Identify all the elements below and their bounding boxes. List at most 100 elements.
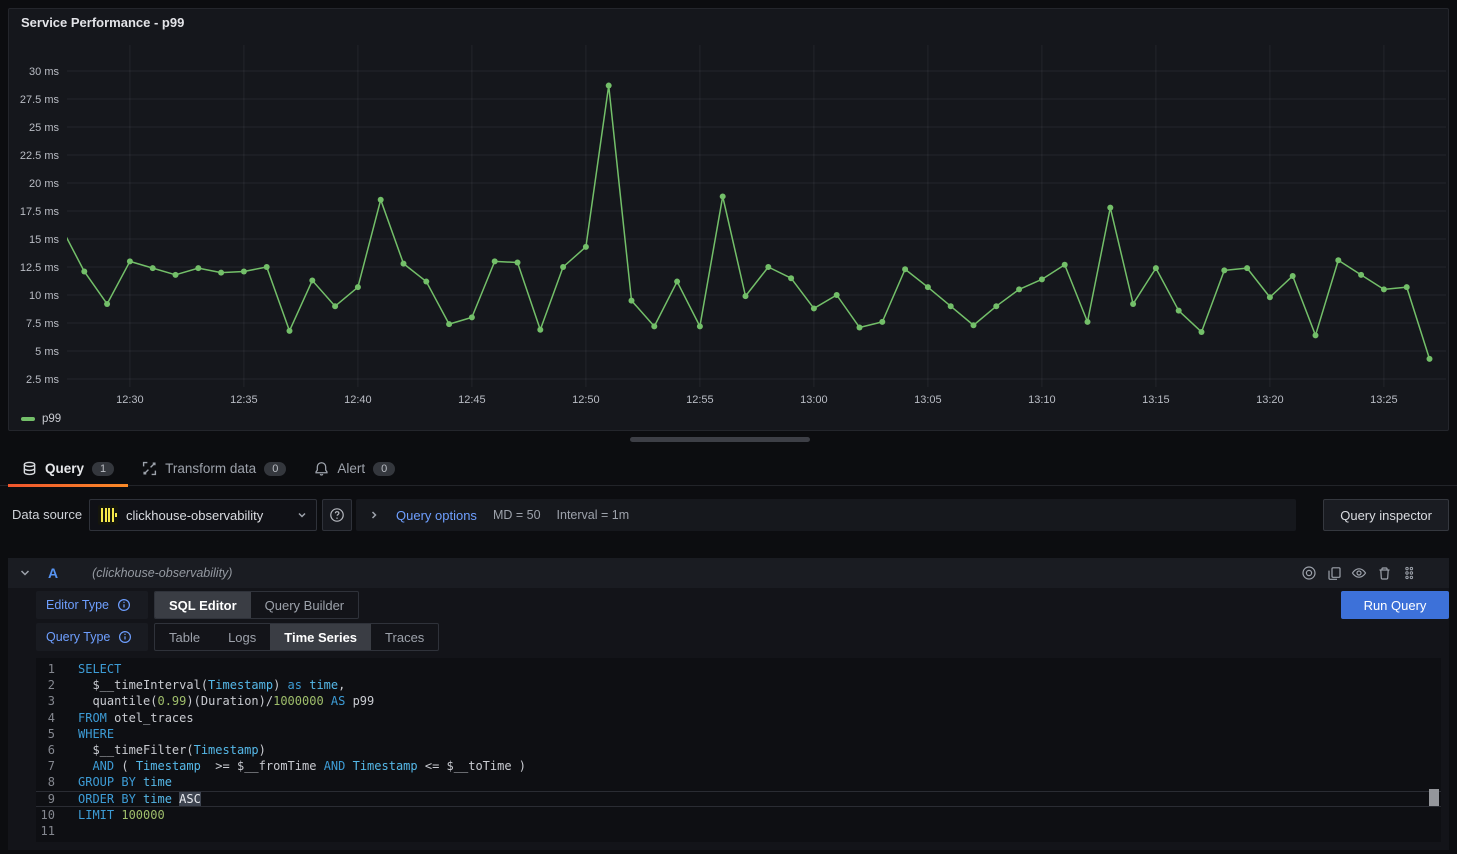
- data-point[interactable]: [332, 303, 338, 309]
- data-point[interactable]: [195, 265, 201, 271]
- data-point[interactable]: [743, 293, 749, 299]
- drag-handle[interactable]: [1401, 565, 1417, 581]
- data-point[interactable]: [629, 298, 635, 304]
- disable-query-button[interactable]: [1301, 565, 1317, 581]
- data-point[interactable]: [697, 323, 703, 329]
- data-point[interactable]: [879, 319, 885, 325]
- data-point[interactable]: [81, 268, 87, 274]
- data-point[interactable]: [1381, 286, 1387, 292]
- data-point[interactable]: [150, 265, 156, 271]
- tab-query[interactable]: Query 1: [8, 452, 128, 486]
- sql-line[interactable]: 9ORDER BY time ASC: [36, 791, 1441, 807]
- data-point[interactable]: [720, 193, 726, 199]
- sql-line[interactable]: 4FROM otel_traces: [36, 710, 1441, 726]
- data-point[interactable]: [857, 324, 863, 330]
- data-point[interactable]: [674, 279, 680, 285]
- chevron-down-icon[interactable]: [18, 566, 32, 580]
- data-point[interactable]: [993, 303, 999, 309]
- data-point[interactable]: [1062, 262, 1068, 268]
- data-point[interactable]: [1313, 332, 1319, 338]
- query-type-option-time-series[interactable]: Time Series: [270, 624, 371, 650]
- sql-line[interactable]: 10LIMIT 100000: [36, 807, 1441, 823]
- datasource-picker[interactable]: clickhouse-observability: [89, 499, 317, 531]
- editor-scrollbar-thumb[interactable]: [1429, 789, 1439, 806]
- data-point[interactable]: [492, 258, 498, 264]
- tab-alert[interactable]: Alert 0: [300, 452, 409, 486]
- data-point[interactable]: [1290, 273, 1296, 279]
- run-query-button[interactable]: Run Query: [1341, 591, 1449, 619]
- data-point[interactable]: [1335, 257, 1341, 263]
- query-type-option-table[interactable]: Table: [155, 624, 214, 650]
- data-point[interactable]: [651, 323, 657, 329]
- data-point[interactable]: [104, 301, 110, 307]
- data-point[interactable]: [378, 197, 384, 203]
- tab-transform-data[interactable]: Transform data 0: [128, 452, 300, 486]
- query-inspector-button[interactable]: Query inspector: [1323, 499, 1449, 531]
- query-options-bar[interactable]: Query options MD = 50 Interval = 1m: [356, 499, 1296, 531]
- datasource-help-button[interactable]: [322, 499, 352, 531]
- data-point[interactable]: [1085, 319, 1091, 325]
- sql-editor[interactable]: 1SELECT2 $__timeInterval(Timestamp) as t…: [36, 658, 1441, 842]
- sql-line[interactable]: 6 $__timeFilter(Timestamp): [36, 742, 1441, 758]
- query-ref-id[interactable]: A: [48, 565, 58, 581]
- data-point[interactable]: [287, 328, 293, 334]
- pane-resize-handle[interactable]: [630, 437, 810, 442]
- data-point[interactable]: [1130, 301, 1136, 307]
- data-point[interactable]: [1039, 276, 1045, 282]
- data-point[interactable]: [902, 266, 908, 272]
- sql-line[interactable]: 2 $__timeInterval(Timestamp) as time,: [36, 677, 1441, 693]
- data-point[interactable]: [423, 279, 429, 285]
- data-point[interactable]: [1427, 356, 1433, 362]
- data-point[interactable]: [469, 314, 475, 320]
- data-point[interactable]: [218, 270, 224, 276]
- data-point[interactable]: [1176, 308, 1182, 314]
- data-point[interactable]: [1199, 329, 1205, 335]
- data-point[interactable]: [948, 303, 954, 309]
- editor-type-option-query-builder[interactable]: Query Builder: [251, 592, 358, 618]
- data-point[interactable]: [1404, 284, 1410, 290]
- duplicate-query-button[interactable]: [1326, 565, 1342, 581]
- info-circle-icon[interactable]: [117, 598, 131, 612]
- sql-line[interactable]: 11: [36, 823, 1441, 839]
- data-point[interactable]: [241, 268, 247, 274]
- query-row-header[interactable]: A (clickhouse-observability): [8, 558, 1449, 588]
- data-point[interactable]: [309, 277, 315, 283]
- hide-response-button[interactable]: [1351, 565, 1367, 581]
- data-point[interactable]: [1107, 205, 1113, 211]
- data-point[interactable]: [446, 321, 452, 327]
- query-options-link[interactable]: Query options: [396, 508, 477, 523]
- info-circle-icon[interactable]: [118, 630, 132, 644]
- delete-query-button[interactable]: [1376, 565, 1392, 581]
- data-point[interactable]: [606, 83, 612, 89]
- sql-line[interactable]: 5WHERE: [36, 726, 1441, 742]
- data-point[interactable]: [1221, 267, 1227, 273]
- chart-legend[interactable]: p99: [21, 413, 61, 425]
- query-type-option-logs[interactable]: Logs: [214, 624, 270, 650]
- sql-line[interactable]: 3 quantile(0.99)(Duration)/1000000 AS p9…: [36, 693, 1441, 709]
- data-point[interactable]: [583, 244, 589, 250]
- query-type-option-traces[interactable]: Traces: [371, 624, 438, 650]
- data-point[interactable]: [1267, 294, 1273, 300]
- data-point[interactable]: [788, 275, 794, 281]
- data-point[interactable]: [355, 284, 361, 290]
- data-point[interactable]: [834, 292, 840, 298]
- data-point[interactable]: [1016, 286, 1022, 292]
- editor-type-option-sql-editor[interactable]: SQL Editor: [155, 592, 251, 618]
- data-point[interactable]: [173, 272, 179, 278]
- data-point[interactable]: [971, 322, 977, 328]
- data-point[interactable]: [537, 327, 543, 333]
- data-point[interactable]: [401, 261, 407, 267]
- data-point[interactable]: [1153, 265, 1159, 271]
- data-point[interactable]: [560, 264, 566, 270]
- data-point[interactable]: [1358, 272, 1364, 278]
- sql-line[interactable]: 8GROUP BY time: [36, 774, 1441, 790]
- data-point[interactable]: [765, 264, 771, 270]
- data-point[interactable]: [515, 260, 521, 266]
- data-point[interactable]: [925, 284, 931, 290]
- data-point[interactable]: [127, 258, 133, 264]
- data-point[interactable]: [1244, 265, 1250, 271]
- data-point[interactable]: [811, 305, 817, 311]
- data-point[interactable]: [264, 264, 270, 270]
- sql-line[interactable]: 1SELECT: [36, 661, 1441, 677]
- sql-line[interactable]: 7 AND ( Timestamp >= $__fromTime AND Tim…: [36, 758, 1441, 774]
